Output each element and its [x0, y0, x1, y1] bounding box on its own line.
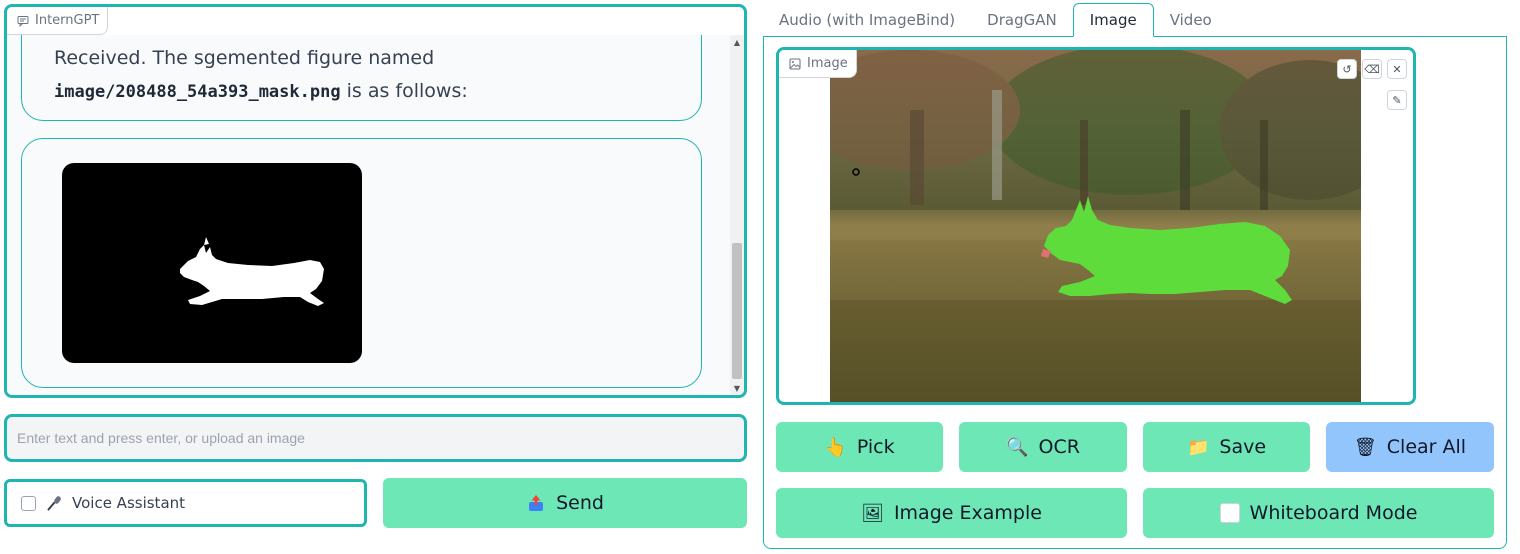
image-editor: Image ↺ ⌫ ✕ ✎ [776, 47, 1416, 405]
clear-all-button-label: Clear All [1386, 436, 1467, 458]
chat-panel-label: InternGPT [7, 7, 109, 35]
brush-icon[interactable]: ✎ [1387, 90, 1407, 110]
bot-message-text: Received. The sgemented figure named ima… [21, 35, 702, 121]
tab-video[interactable]: Video [1154, 3, 1228, 36]
ocr-button[interactable]: 🔍 OCR [959, 422, 1127, 472]
scroll-down-icon[interactable]: ▼ [730, 381, 744, 395]
tab-draggan[interactable]: DragGAN [971, 3, 1073, 36]
save-button[interactable]: 📁 Save [1143, 422, 1310, 472]
pick-button[interactable]: 👆 Pick [776, 422, 943, 472]
microphone-icon [47, 496, 61, 511]
corgi-mask-silhouette [180, 237, 324, 306]
message-line: Received. The sgemented figure named [54, 47, 435, 69]
clear-all-button[interactable]: 🗑 Clear All [1326, 422, 1494, 472]
scroll-up-icon[interactable]: ▲ [730, 35, 744, 49]
message-file-path: image/208488_54a393_mask.png [54, 82, 341, 102]
message-line: image/208488_54a393_mask.png is as follo… [54, 75, 669, 109]
chat-panel-title: InternGPT [35, 13, 100, 28]
send-icon [529, 495, 544, 511]
pick-button-label: Pick [856, 436, 895, 458]
eraser-icon[interactable]: ⌫ [1362, 59, 1382, 79]
voice-assistant-checkbox[interactable] [21, 495, 36, 511]
image-example-button[interactable]: 🖼 Image Example [776, 488, 1127, 538]
whiteboard-icon [1219, 503, 1240, 523]
ocr-button-label: OCR [1038, 436, 1080, 458]
chat-text-input[interactable] [7, 417, 744, 459]
scroll-thumb[interactable] [732, 243, 742, 379]
close-icon[interactable]: ✕ [1387, 59, 1407, 79]
chat-input-container [4, 414, 747, 462]
picture-icon: 🖼 [861, 502, 884, 524]
chat-panel: InternGPT Received. The sgemented figure… [4, 4, 747, 398]
save-button-label: Save [1219, 436, 1267, 458]
mask-image[interactable] [62, 163, 362, 363]
chat-icon [17, 15, 29, 27]
image-icon [789, 58, 801, 69]
image-panel-label: Image [779, 50, 857, 78]
bot-message-image [21, 138, 702, 388]
undo-icon[interactable]: ↺ [1337, 59, 1357, 79]
voice-assistant-toggle[interactable]: Voice Assistant [4, 479, 367, 527]
image-example-button-label: Image Example [893, 502, 1042, 524]
chat-scrollbar[interactable]: ▲ ▼ [730, 35, 744, 395]
corgi-photo [830, 50, 1361, 402]
tab-image[interactable]: Image [1072, 3, 1154, 37]
tab-bar: Audio (with ImageBind) DragGAN Image Vid… [763, 3, 1228, 37]
magnifier-icon: 🔍 [1006, 436, 1029, 458]
message-suffix: is as follows: [340, 80, 468, 102]
whiteboard-mode-button[interactable]: Whiteboard Mode [1143, 488, 1494, 538]
send-button-label: Send [556, 492, 604, 514]
whiteboard-mode-button-label: Whiteboard Mode [1249, 502, 1418, 524]
send-button[interactable]: Send [383, 478, 747, 528]
tab-audio[interactable]: Audio (with ImageBind) [763, 3, 971, 36]
trash-icon: 🗑 [1353, 436, 1377, 458]
voice-assistant-label: Voice Assistant [72, 494, 186, 512]
pointing-hand-icon: 👆 [824, 436, 847, 458]
image-panel-title: Image [807, 56, 848, 71]
uploaded-photo[interactable] [830, 50, 1361, 402]
chat-history[interactable]: Received. The sgemented figure named ima… [7, 35, 730, 395]
folder-icon: 📁 [1186, 436, 1210, 458]
